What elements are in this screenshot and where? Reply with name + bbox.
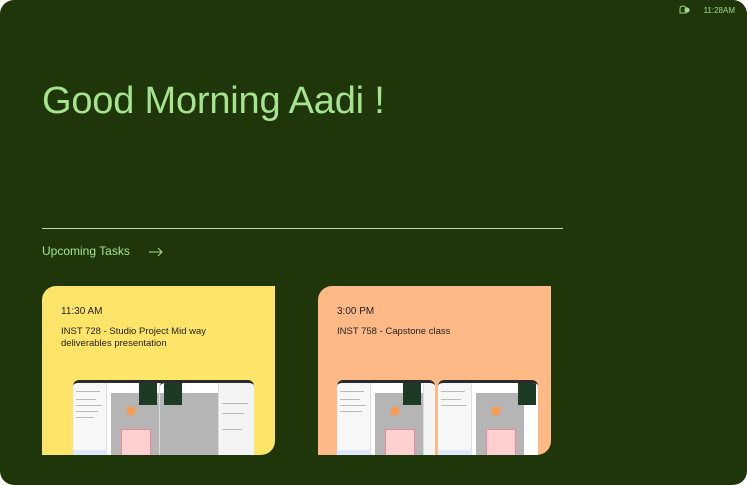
task-title: INST 728 - Studio Project Mid way delive… (61, 326, 207, 349)
task-card[interactable]: 3:00 PM INST 758 - Capstone class (318, 286, 551, 455)
task-time: 3:00 PM (337, 306, 375, 317)
notification-bell-icon[interactable] (678, 5, 690, 15)
upcoming-tasks-link[interactable]: Upcoming Tasks (42, 244, 164, 258)
upcoming-tasks-label: Upcoming Tasks (42, 244, 130, 258)
task-title: INST 758 - Capstone class (337, 326, 451, 337)
greeting-heading: Good Morning Aadi ! (42, 80, 385, 122)
home-screen: 11:28AM Good Morning Aadi ! Upcoming Tas… (0, 0, 747, 485)
arrow-right-icon[interactable] (148, 246, 164, 257)
section-divider (42, 228, 563, 229)
task-time: 11:30 AM (61, 306, 103, 317)
task-preview-image (160, 380, 254, 455)
status-time: 11:28AM (703, 5, 735, 15)
task-preview-image (337, 380, 435, 455)
task-card[interactable]: 11:30 AM INST 728 - Studio Project Mid w… (42, 286, 275, 455)
task-preview-image (73, 380, 171, 455)
status-bar: 11:28AM (678, 4, 735, 16)
task-preview-image (438, 380, 538, 455)
